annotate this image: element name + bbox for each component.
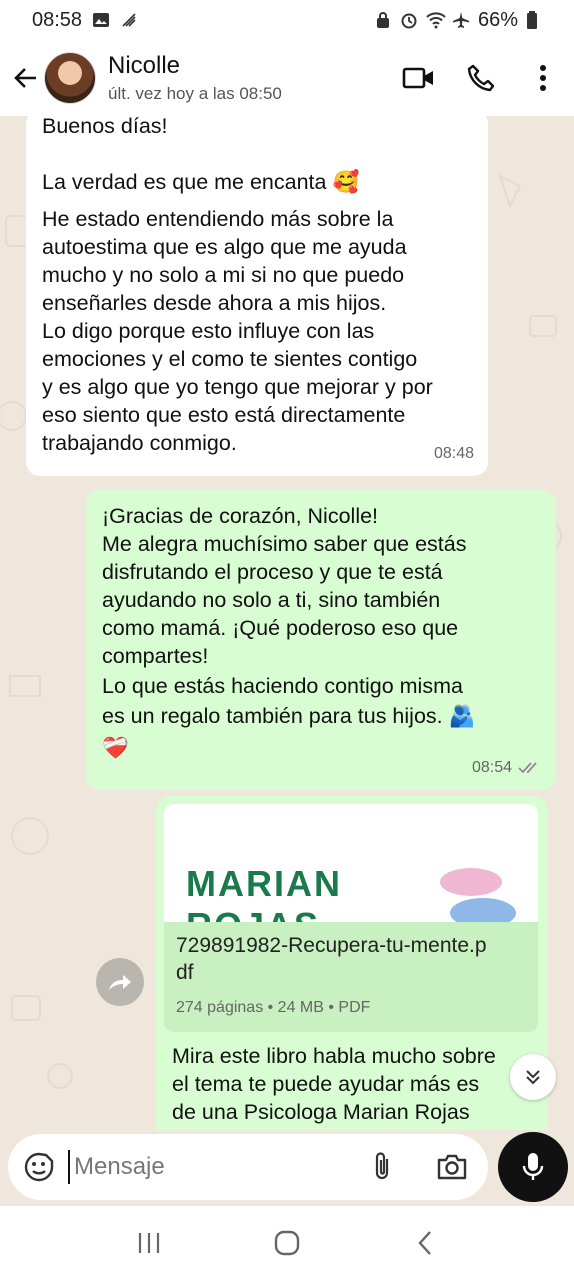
message-line: enseñarles desde ahora a mis hijos. <box>42 291 387 315</box>
recent-apps-button[interactable] <box>124 1218 174 1268</box>
lock-icon <box>374 11 392 29</box>
more-options-button[interactable] <box>512 50 574 106</box>
message-time: 08:48 <box>433 445 474 462</box>
emoji-button[interactable] <box>10 1138 68 1196</box>
message-line: ayudando no solo a ti, sino también <box>102 588 441 612</box>
battery-icon <box>526 11 544 29</box>
message-meta: 08:54 <box>472 754 542 782</box>
chat-area[interactable]: Buenos días! La verdad es que me encanta… <box>0 116 574 1130</box>
chat-header: Nicolle últ. vez hoy a las 08:50 <box>0 40 574 116</box>
contact-name: Nicolle <box>108 52 181 79</box>
more-icon <box>540 65 546 91</box>
document-preview[interactable]: MARIAN ROJAS <box>164 804 538 922</box>
image-icon <box>92 11 110 29</box>
message-line: autoestima que es algo que me ayuda <box>42 235 407 259</box>
emoji-icon <box>24 1152 54 1182</box>
microphone-icon <box>522 1153 544 1180</box>
message-line: Lo digo porque esto influye con las <box>42 319 375 343</box>
message-line: Mira este libro habla mucho sobre <box>172 1044 496 1068</box>
message-line: Lo que estás haciendo contigo misma <box>102 674 463 698</box>
back-button[interactable] <box>2 54 50 102</box>
document-message[interactable]: MARIAN ROJAS 729891982-Recupera-tu-mente… <box>156 796 548 1130</box>
chevron-left-icon <box>418 1231 431 1255</box>
message-line: ¡Gracias de corazón, Nicolle! <box>102 504 379 528</box>
attach-button[interactable] <box>356 1141 408 1193</box>
wifi-icon <box>426 11 446 29</box>
message-line: emociones y el como te sientes contigo <box>42 347 418 371</box>
message-line: He estado entendiendo más sobre la <box>42 207 394 231</box>
alarm-icon <box>400 11 418 29</box>
message-input-pill <box>8 1134 488 1200</box>
contact-info[interactable]: Nicolle últ. vez hoy a las 08:50 <box>108 52 282 104</box>
message-line: y es algo que yo tengo que mejorar y por <box>42 375 433 399</box>
arrow-left-icon <box>14 68 36 88</box>
home-button[interactable] <box>262 1218 312 1268</box>
document-meta: 274 páginas • 24 MB • PDF <box>176 999 371 1016</box>
composer <box>0 1130 574 1206</box>
message-line: Buenos días! <box>42 116 168 138</box>
preview-brand-text: MARIAN <box>186 863 342 904</box>
avatar[interactable] <box>44 52 96 104</box>
message-line: trabajando conmigo. <box>42 431 237 455</box>
video-call-icon <box>402 67 433 89</box>
chevron-double-down-icon <box>526 1070 540 1085</box>
phone-icon <box>467 64 495 92</box>
preview-shape <box>450 898 516 922</box>
preview-brand-text: ROJAS <box>186 908 320 923</box>
recents-icon <box>138 1233 160 1253</box>
message-line: eso siento que esto está directamente <box>42 403 406 427</box>
battery-percent: 66% <box>477 8 518 31</box>
message-input[interactable] <box>68 1150 348 1184</box>
message-line: ❤️‍🩹 <box>102 736 129 760</box>
preview-shape <box>440 868 502 896</box>
message-line: como mamá. ¡Qué poderoso eso que <box>102 616 459 640</box>
forward-button[interactable] <box>96 958 144 1006</box>
message-line: disfrutando el proceso y que te está <box>102 560 443 584</box>
paperclip-icon <box>375 1152 389 1180</box>
home-icon <box>274 1230 300 1256</box>
last-seen: últ. vez hoy a las 08:50 <box>108 84 282 103</box>
scroll-to-bottom-button[interactable] <box>510 1054 556 1100</box>
camera-icon <box>437 1154 467 1180</box>
message-line: La verdad es que me encanta 🥰 <box>42 170 360 194</box>
message-line: compartes! <box>102 644 209 668</box>
message-line: de una Psicologa Marian Rojas <box>172 1100 470 1124</box>
voice-record-button[interactable] <box>498 1132 568 1202</box>
status-bar: 08:58 66% <box>0 0 574 40</box>
message-line: mucho y no solo a mi si no que puedo <box>42 263 405 287</box>
camera-button[interactable] <box>426 1141 478 1193</box>
airplane-icon <box>452 11 470 29</box>
outgoing-message[interactable]: ¡Gracias de corazón, Nicolle! Me alegra … <box>86 490 556 790</box>
message-line: Me alegra muchísimo saber que estás <box>102 532 467 556</box>
forward-icon <box>109 975 131 990</box>
document-info[interactable]: 729891982-Recupera-tu-mente.p df 274 pág… <box>164 922 538 1032</box>
incoming-message[interactable]: Buenos días! La verdad es que me encanta… <box>26 116 488 476</box>
message-time: 08:54 <box>471 759 512 776</box>
back-nav-button[interactable] <box>400 1218 450 1268</box>
data-icon <box>120 11 138 29</box>
read-ticks-icon <box>518 762 537 774</box>
message-line: el tema te puede ayudar más es <box>172 1072 480 1096</box>
document-name: 729891982-Recupera-tu-mente.p df <box>176 934 487 984</box>
clock: 08:58 <box>32 8 83 31</box>
message-line: es un regalo también para tus hijos. 🫂 <box>102 704 476 728</box>
system-nav-bar <box>0 1206 574 1280</box>
video-call-button[interactable] <box>388 50 450 106</box>
voice-call-button[interactable] <box>450 50 512 106</box>
message-meta: 08:48 <box>434 440 474 468</box>
